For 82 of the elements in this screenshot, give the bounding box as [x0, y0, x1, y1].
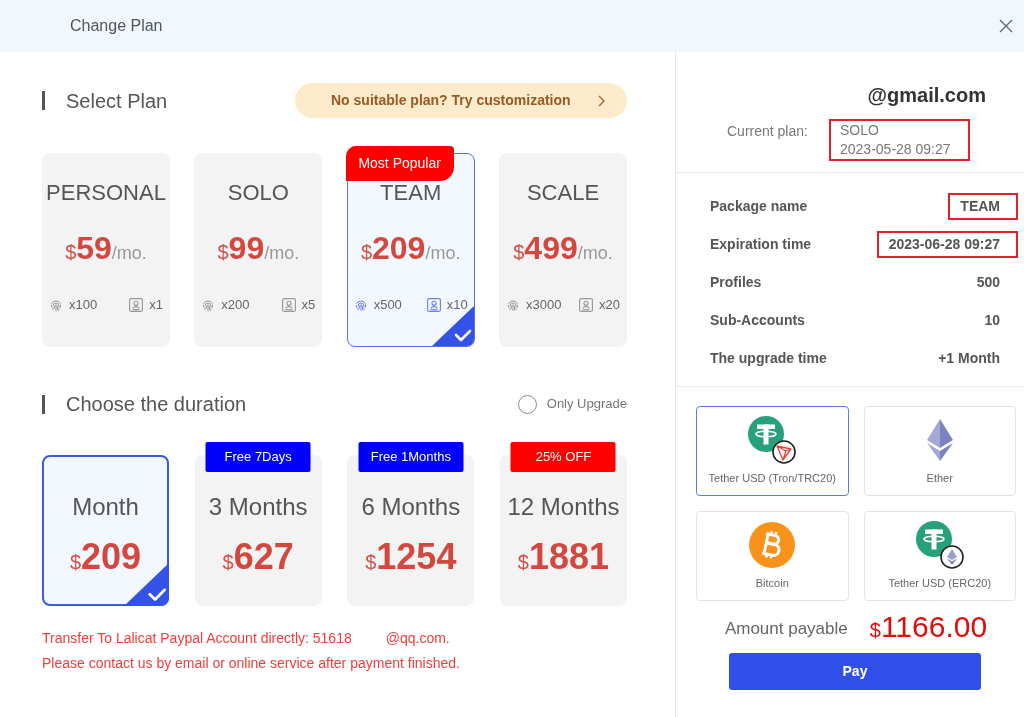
amount-value: $1166.00: [869, 610, 988, 645]
plan-card[interactable]: SOLO $99/mo. x200 x5: [194, 153, 323, 347]
notice-text: Transfer To Lalicat Paypal Account directly: 51618: [42, 629, 352, 648]
payment-name: Bitcoin: [755, 576, 789, 590]
profile-count: x3000: [526, 296, 562, 314]
fingerprint-icon: [507, 299, 519, 311]
duration-price: $1881: [517, 535, 610, 579]
radio-label: Only Upgrade: [546, 395, 627, 414]
profile-count: x100: [69, 296, 98, 314]
payment-name: Tether USD (Tron/TRC20): [708, 471, 836, 485]
detail-label: The upgrade time: [710, 348, 827, 368]
sub-account-count: x20: [599, 296, 620, 314]
duration-price: $209: [69, 535, 142, 579]
plan-name: TEAM: [380, 179, 442, 207]
detail-value: 2023-06-28 09:27: [876, 230, 1018, 258]
duration-label: Month: [72, 492, 139, 522]
detail-label: Sub-Accounts: [710, 310, 805, 330]
detail-label: Package name: [710, 196, 808, 216]
detail-value: 10: [984, 310, 1000, 330]
bitcoin-coin-icon: [749, 522, 796, 568]
payment-option[interactable]: Tether USD (Tron/TRC20): [696, 406, 849, 496]
tether-ether-coin-icon: [915, 521, 964, 569]
pay-button[interactable]: Pay: [729, 653, 981, 690]
plan-name: SCALE: [526, 179, 600, 207]
sub-account-count: x10: [446, 296, 468, 314]
account-email: @gmail.com: [866, 83, 987, 107]
customization-link[interactable]: No suitable plan? Try customization: [295, 83, 627, 118]
sub-account-count: x5: [301, 296, 316, 314]
payment-name: Ether: [926, 471, 953, 485]
duration-badge: 25% OFF: [510, 442, 616, 472]
duration-badge: Free 1Months: [358, 442, 464, 472]
plan-card[interactable]: SCALE $499/mo. x3000 x20: [499, 153, 627, 347]
chevron-right-icon: [598, 94, 605, 107]
current-plan-value: SOLO: [840, 121, 880, 140]
duration-card[interactable]: Month $209: [42, 455, 169, 606]
user-card-icon: [281, 298, 296, 312]
payment-name: Tether USD (ERC20): [888, 576, 992, 590]
duration-price: $627: [222, 535, 294, 579]
plan-price: $99/mo.: [217, 229, 300, 268]
plan-price: $499/mo.: [513, 229, 613, 268]
detail-label: Expiration time: [710, 234, 812, 254]
section-marker-icon: [42, 91, 45, 110]
user-card-icon: [579, 298, 593, 312]
section-heading: Select Plan: [66, 88, 168, 114]
duration-badge: Free 7Days: [205, 442, 311, 472]
duration-label: 6 Months: [361, 492, 461, 522]
duration-label: 3 Months: [208, 492, 308, 522]
payment-option[interactable]: Bitcoin: [696, 511, 849, 601]
dialog-title: Change Plan: [70, 16, 163, 36]
section-heading: Choose the duration: [66, 392, 247, 417]
detail-value: +1 Month: [938, 348, 1000, 368]
detail-value: 500: [976, 272, 1000, 292]
fingerprint-icon: [50, 299, 62, 311]
profile-count: x500: [373, 296, 402, 314]
plan-name: PERSONAL: [46, 179, 166, 207]
duration-label: 12 Months: [507, 492, 620, 522]
user-card-icon: [129, 298, 144, 312]
tether-tron-coin-icon: [748, 416, 797, 464]
sub-account-count: x1: [149, 296, 163, 314]
plan-badge: Most Popular: [345, 146, 454, 181]
duration-price: $1254: [365, 535, 457, 579]
amount-label: Amount payable: [724, 617, 848, 640]
payment-option[interactable]: Tether USD (ERC20): [863, 511, 1016, 601]
fingerprint-icon: [202, 299, 215, 311]
ether-diamond-icon: [926, 419, 953, 461]
user-card-icon: [426, 298, 441, 312]
current-plan-value: 2023-05-28 09:27: [840, 140, 952, 159]
detail-label: Profiles: [710, 272, 762, 292]
plan-name: SOLO: [227, 179, 289, 207]
fingerprint-icon: [354, 299, 367, 311]
plan-price: $59/mo.: [65, 229, 147, 268]
section-marker-icon: [42, 394, 45, 414]
plan-card[interactable]: PERSONAL $59/mo. x100 x1: [42, 153, 170, 347]
payment-option[interactable]: Ether: [863, 406, 1016, 496]
profile-count: x200: [221, 296, 250, 314]
current-plan-label: Current plan:: [727, 122, 809, 141]
notice-text: Please contact us by email or online service after payment finished.: [42, 654, 460, 673]
detail-value: TEAM: [948, 192, 1018, 220]
close-icon: [999, 19, 1013, 33]
close-button[interactable]: [999, 19, 1013, 33]
notice-text: @qq.com.: [385, 629, 450, 648]
plan-price: $209/mo.: [360, 229, 461, 268]
